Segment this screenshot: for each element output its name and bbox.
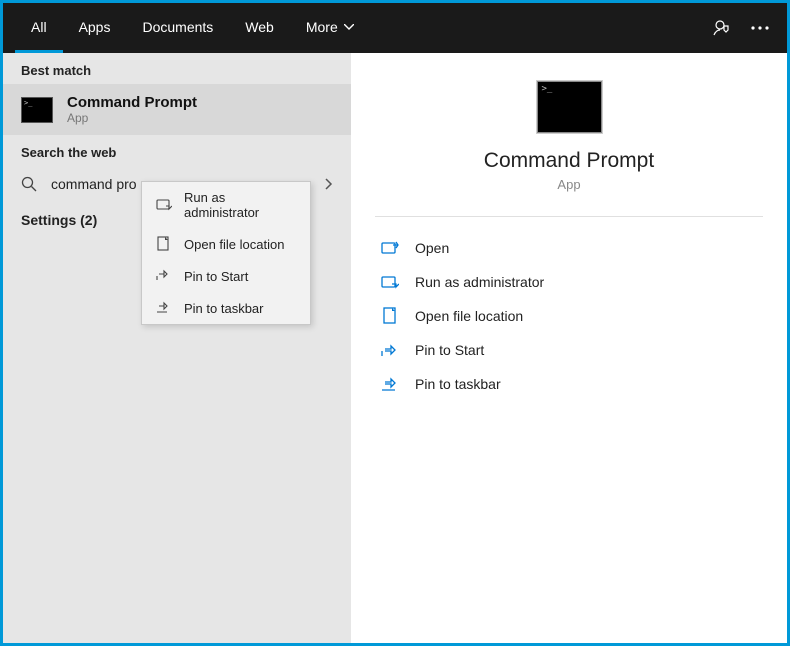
ctx-open-loc-label: Open file location (184, 237, 284, 252)
ctx-pin-start-label: Pin to Start (184, 269, 248, 284)
action-pin-to-taskbar[interactable]: Pin to taskbar (375, 367, 763, 401)
search-web-text: command pro (51, 176, 137, 192)
best-match-title: Command Prompt (67, 94, 197, 111)
search-icon (21, 176, 37, 192)
preview-title: Command Prompt (484, 149, 654, 173)
open-location-icon (381, 307, 399, 325)
action-pin-taskbar-label: Pin to taskbar (415, 376, 501, 392)
ctx-pin-to-taskbar[interactable]: Pin to taskbar (142, 292, 310, 324)
action-run-as-admin[interactable]: Run as administrator (375, 265, 763, 299)
left-panel: Best match Command Prompt App Search the… (3, 53, 351, 643)
ctx-open-file-location[interactable]: Open file location (142, 228, 310, 260)
action-pin-start-label: Pin to Start (415, 342, 484, 358)
preview-header: Command Prompt App (375, 81, 763, 217)
chevron-down-icon (344, 24, 354, 30)
action-run-admin-label: Run as administrator (415, 274, 544, 290)
pin-start-icon (156, 268, 172, 284)
ctx-run-as-admin[interactable]: Run as administrator (142, 182, 310, 228)
search-window: All Apps Documents Web More Best match (3, 3, 787, 643)
open-location-icon (156, 236, 172, 252)
tab-apps[interactable]: Apps (63, 3, 127, 53)
header-bar: All Apps Documents Web More (3, 3, 787, 53)
action-open-file-location[interactable]: Open file location (375, 299, 763, 333)
action-open[interactable]: Open (375, 231, 763, 265)
options-icon[interactable] (751, 26, 769, 30)
best-match-item[interactable]: Command Prompt App (3, 84, 351, 135)
ctx-pin-to-start[interactable]: Pin to Start (142, 260, 310, 292)
action-open-label: Open (415, 240, 449, 256)
pin-taskbar-icon (381, 375, 399, 393)
pin-taskbar-icon (156, 300, 172, 316)
open-icon (381, 239, 399, 257)
best-match-text: Command Prompt App (67, 94, 197, 125)
tab-more-label: More (306, 19, 338, 35)
action-pin-to-start[interactable]: Pin to Start (375, 333, 763, 367)
feedback-icon[interactable] (713, 18, 733, 38)
chevron-right-icon (325, 178, 333, 190)
ctx-pin-taskbar-label: Pin to taskbar (184, 301, 264, 316)
body: Best match Command Prompt App Search the… (3, 53, 787, 643)
preview-panel: Command Prompt App Open Run as administr… (351, 53, 787, 643)
ctx-run-admin-label: Run as administrator (184, 190, 296, 220)
best-match-header: Best match (3, 53, 351, 84)
run-admin-icon (381, 273, 399, 291)
best-match-subtitle: App (67, 111, 197, 125)
run-admin-icon (156, 197, 172, 213)
tab-documents[interactable]: Documents (126, 3, 229, 53)
header-icons (713, 18, 775, 38)
cmd-prompt-icon-large (537, 81, 602, 133)
tab-web[interactable]: Web (229, 3, 290, 53)
context-menu: Run as administrator Open file location … (141, 181, 311, 325)
tab-more[interactable]: More (290, 3, 370, 53)
preview-subtitle: App (557, 177, 580, 192)
pin-start-icon (381, 341, 399, 359)
action-open-loc-label: Open file location (415, 308, 523, 324)
tab-strip: All Apps Documents Web More (15, 3, 370, 53)
cmd-prompt-icon (21, 97, 53, 123)
search-web-left: command pro (21, 176, 137, 192)
tab-all[interactable]: All (15, 3, 63, 53)
search-web-header: Search the web (3, 135, 351, 166)
actions-list: Open Run as administrator Open file loca… (375, 217, 763, 401)
